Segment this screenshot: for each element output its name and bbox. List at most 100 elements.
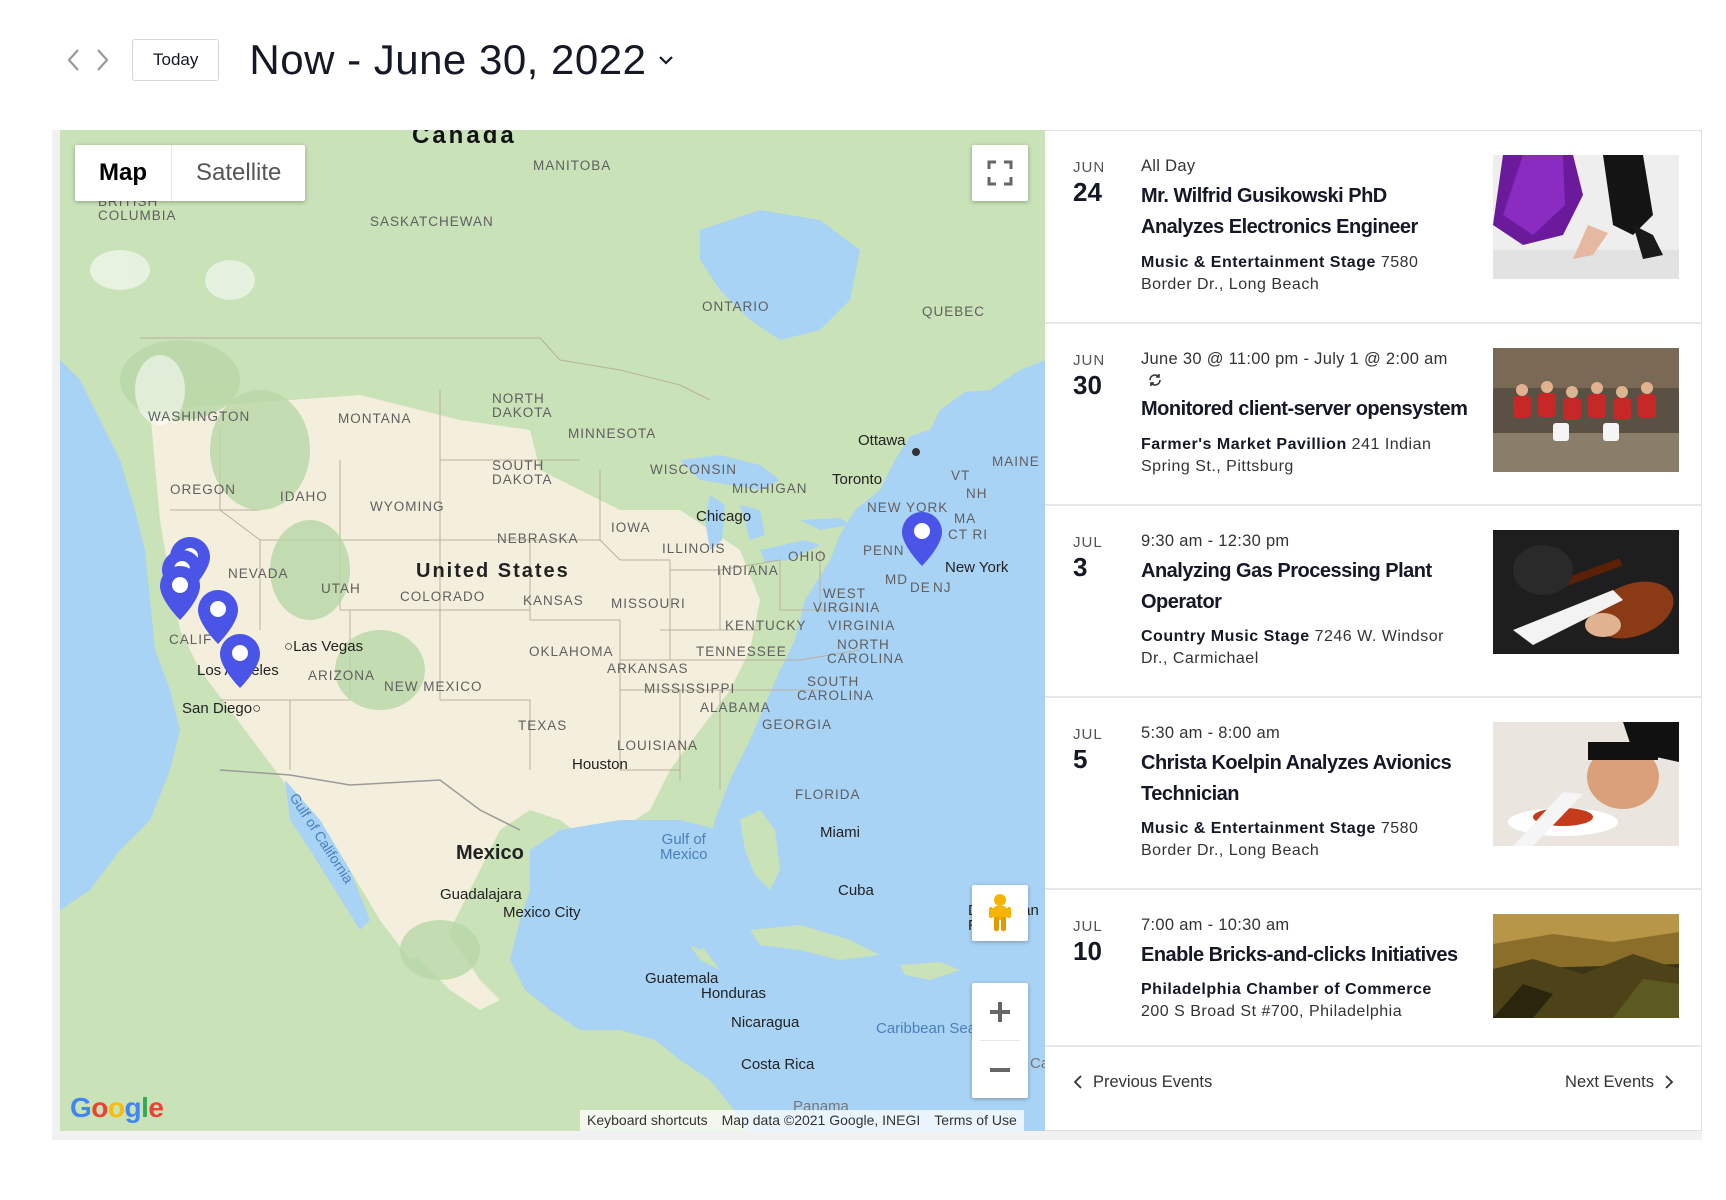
event-image-chef[interactable] (1493, 722, 1679, 846)
map-pin[interactable] (218, 632, 262, 690)
event-item: JUL 5 5:30 am - 8:00 am Christa Koelpin … (1045, 698, 1702, 890)
event-month: JUN (1073, 159, 1106, 176)
map-label-mississippi: MISSISSIPPI (644, 681, 736, 696)
zoom-control (972, 983, 1028, 1098)
map-city-houston: Houston (572, 756, 628, 773)
event-title-link[interactable]: Analyzing Gas Processing Plant Operator (1141, 556, 1471, 618)
map-label-nh: NH (966, 486, 988, 501)
map-label-illinois: ILLINOIS (662, 541, 726, 556)
map-label-canada: Canada (412, 130, 517, 149)
chevron-left-icon (67, 49, 79, 71)
map-label-north-dakota: NORTH DAKOTA (492, 391, 553, 420)
street-view-pegman[interactable] (972, 885, 1028, 941)
date-range-label: Now - June 30, 2022 (249, 36, 647, 83)
map-type-control: Map Satellite (75, 145, 306, 201)
event-image-dancer[interactable] (1493, 155, 1679, 279)
minus-icon (990, 1067, 1010, 1072)
google-logo[interactable]: Google (70, 1092, 164, 1124)
terms-of-use-link[interactable]: Terms of Use (927, 1110, 1023, 1131)
map-label-maine: MAINE (992, 454, 1040, 469)
map-label-alabama: ALABAMA (700, 700, 771, 715)
event-image-mountain[interactable] (1493, 914, 1679, 1018)
next-events-link[interactable]: Next Events (1565, 1073, 1684, 1092)
event-venue-name[interactable]: Philadelphia Chamber of Commerce (1141, 981, 1432, 998)
map-label-mexico: Mexico (456, 842, 524, 864)
map-city-las-vegas: ○Las Vegas (284, 638, 364, 655)
map-label-wyoming: WYOMING (370, 499, 445, 514)
mountain-photo (1493, 914, 1679, 1018)
events-list: JUN 24 All Day Mr. Wilfrid Gusikowski Ph… (1045, 130, 1702, 1131)
map-label-nebraska: NEBRASKA (497, 531, 579, 546)
event-time: 5:30 am - 8:00 am (1141, 724, 1281, 742)
event-month: JUL (1073, 918, 1103, 935)
event-venue-name[interactable]: Music & Entertainment Stage (1141, 254, 1376, 271)
map-label-ohio: OHIO (788, 549, 827, 564)
events-pagination: Previous Events Next Events (1045, 1047, 1702, 1117)
map-label-gulf-of-mexico: Gulf of Mexico (660, 831, 708, 863)
map-attribution: Keyboard shortcuts Map data ©2021 Google… (580, 1110, 1024, 1131)
map-label-michigan: MICHIGAN (732, 481, 808, 496)
event-venue-name[interactable]: Country Music Stage (1141, 628, 1310, 645)
zoom-out-button[interactable] (972, 1041, 1028, 1098)
map-country-cuba: Cuba (838, 882, 874, 899)
next-period-button[interactable] (88, 40, 118, 80)
event-venue-name[interactable]: Farmer's Market Pavillion (1141, 436, 1347, 453)
map-label-wisconsin: WISCONSIN (650, 462, 738, 477)
map-label-kentucky: KENTUCKY (725, 618, 807, 633)
calendar-header: Today Now - June 30, 2022 (58, 36, 674, 84)
violin-photo (1493, 530, 1679, 654)
map-label-md: MD (885, 572, 908, 587)
event-title-link[interactable]: Christa Koelpin Analyzes Avionics Techni… (1141, 748, 1471, 810)
event-item: JUN 24 All Day Mr. Wilfrid Gusikowski Ph… (1045, 131, 1702, 324)
map-label-saskatchewan: SASKATCHEWAN (370, 214, 494, 229)
zoom-in-button[interactable] (972, 983, 1028, 1040)
map-type-satellite-button[interactable]: Satellite (172, 145, 305, 201)
event-image-group[interactable] (1493, 348, 1679, 472)
map-label-ct-ri: CT RI (948, 527, 989, 542)
plus-icon (990, 1001, 1010, 1022)
date-range-picker[interactable]: Now - June 30, 2022 (249, 36, 674, 84)
event-day: 24 (1073, 177, 1102, 207)
event-month: JUL (1073, 726, 1103, 743)
map-view[interactable]: Canada MANITOBA BRITISH COLUMBIA SASKATCH… (60, 130, 1045, 1131)
map-label-ma: MA (954, 511, 977, 526)
event-time: All Day (1141, 157, 1196, 175)
event-venue: Country Music Stage 7246 W. Windsor Dr.,… (1141, 626, 1471, 670)
map-city-ottawa: Ottawa (858, 432, 906, 449)
recurring-icon (1149, 374, 1161, 386)
event-title-link[interactable]: Mr. Wilfrid Gusikowski PhD Analyzes Elec… (1141, 181, 1471, 243)
chevron-right-icon (1665, 1075, 1674, 1089)
map-label-vt: VT (951, 468, 971, 483)
map-label-oregon: OREGON (170, 482, 237, 497)
fullscreen-icon (987, 160, 1013, 186)
fullscreen-button[interactable] (972, 145, 1028, 201)
today-button[interactable]: Today (132, 39, 220, 81)
previous-events-link[interactable]: Previous Events (1063, 1073, 1212, 1092)
map-label-north-carolina: NORTH CAROLINA (827, 637, 905, 666)
map-label-oklahoma: OKLAHOMA (529, 644, 614, 659)
map-type-map-button[interactable]: Map (75, 145, 172, 201)
event-venue-name[interactable]: Music & Entertainment Stage (1141, 820, 1376, 837)
map-label-south-dakota: SOUTH DAKOTA (492, 458, 553, 487)
map-label-penn: PENN (863, 543, 905, 558)
event-venue: Farmer's Market Pavillion 241 Indian Spr… (1141, 434, 1471, 478)
previous-events-label: Previous Events (1093, 1072, 1213, 1091)
next-events-label: Next Events (1565, 1072, 1654, 1091)
map-label-tennessee: TENNESSEE (696, 644, 787, 659)
group-photo (1493, 348, 1679, 472)
chevron-down-icon (659, 56, 674, 65)
map-pin[interactable] (900, 510, 944, 568)
event-item: JUL 10 7:00 am - 10:30 am Enable Bricks-… (1045, 890, 1702, 1047)
map-label-georgia: GEORGIA (762, 717, 833, 732)
map-label-nevada: NEVADA (228, 566, 289, 581)
previous-period-button[interactable] (58, 40, 88, 80)
event-title-link[interactable]: Monitored client-server opensystem (1141, 394, 1471, 425)
event-venue: Philadelphia Chamber of Commerce 200 S Br… (1141, 979, 1471, 1023)
event-day: 10 (1073, 936, 1102, 966)
map-label-kansas: KANSAS (523, 593, 584, 608)
event-title-link[interactable]: Enable Bricks-and-clicks Initiatives (1141, 940, 1471, 971)
map-label-united-states: United States (416, 560, 570, 582)
event-venue: Music & Entertainment Stage 7580 Border … (1141, 818, 1471, 862)
keyboard-shortcuts-link[interactable]: Keyboard shortcuts (580, 1110, 715, 1131)
event-image-violin[interactable] (1493, 530, 1679, 654)
